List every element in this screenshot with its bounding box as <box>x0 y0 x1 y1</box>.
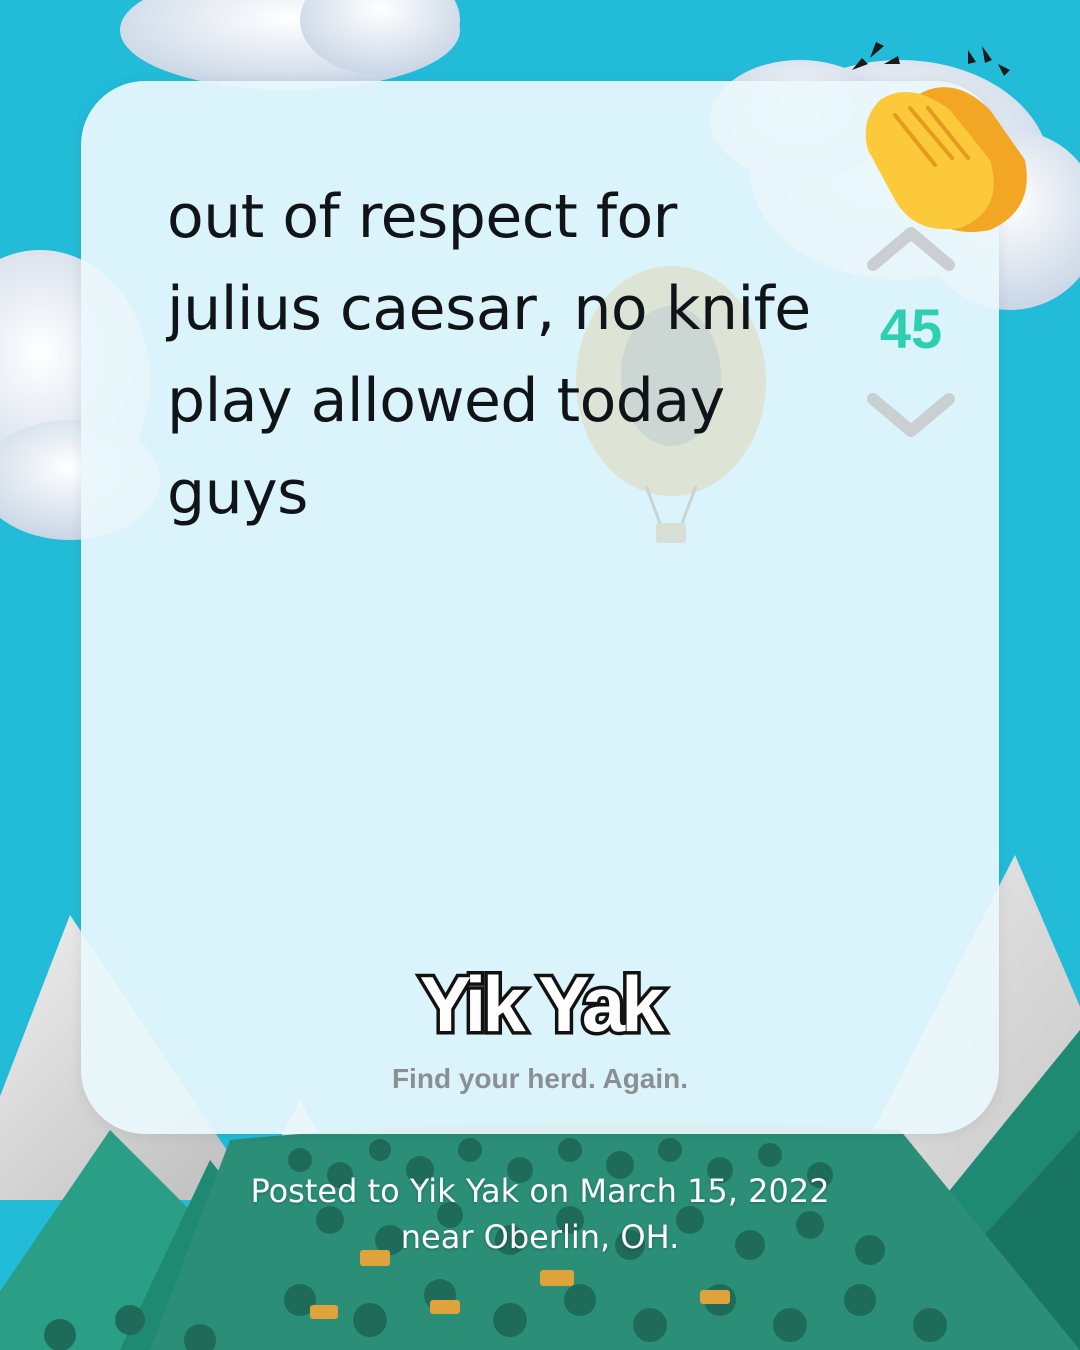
yik-yak-logo: Yik Yak <box>81 953 999 1053</box>
caption-line-location: near Oberlin, OH. <box>400 1218 680 1256</box>
logo-text: Yik Yak <box>420 960 666 1048</box>
tagline: Find your herd. Again. <box>391 1063 689 1094</box>
yik-yak-logo-wordmark: Yik Yak <box>416 957 673 1052</box>
chevron-down-icon <box>867 393 955 437</box>
caption-line-date: Posted to Yik Yak on March 15, 2022 <box>250 1172 830 1210</box>
cloud-top-left <box>120 0 460 90</box>
post-screenshot: out of respect for julius caesar, no kni… <box>0 0 1080 1350</box>
clapping-hands-icon <box>852 42 1027 232</box>
vote-count: 45 <box>879 297 943 360</box>
vote-controls: 45 <box>863 221 959 443</box>
post-text: out of respect for julius caesar, no kni… <box>167 182 811 528</box>
downvote-button[interactable] <box>863 383 959 443</box>
post-caption: Posted to Yik Yak on March 15, 2022 near… <box>0 1168 1080 1260</box>
